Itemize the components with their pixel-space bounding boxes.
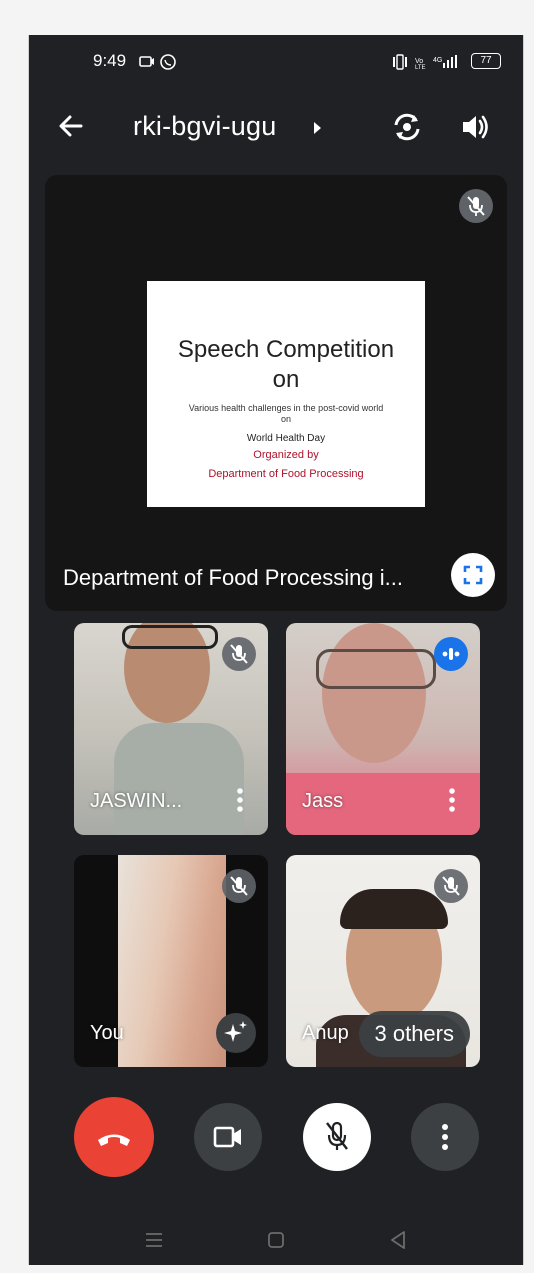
status-system-icons: Vo LTE 4G 77 <box>391 53 501 71</box>
more-vert-icon[interactable] <box>236 787 244 813</box>
mic-off-icon <box>459 189 493 223</box>
back-arrow-icon[interactable] <box>53 108 89 144</box>
chevron-right-icon[interactable] <box>311 121 323 135</box>
participant-name: Jass <box>302 790 344 812</box>
slide-day: World Health Day <box>246 433 326 444</box>
mic-off-icon <box>434 869 468 903</box>
speaking-indicator-icon <box>434 637 468 671</box>
participant-tile-4[interactable]: Anup 3 others <box>286 855 480 1067</box>
mic-off-icon <box>222 637 256 671</box>
battery-indicator: 77 <box>471 53 501 69</box>
slide-title-line1: Speech Competition <box>177 336 395 363</box>
signal-icon: VoLTE 4G <box>393 54 457 70</box>
sparkle-icon[interactable] <box>216 1013 256 1053</box>
svg-text:4G: 4G <box>433 57 442 64</box>
mic-off-icon[interactable] <box>303 1103 371 1171</box>
meeting-code[interactable]: rki-bgvi-ugu <box>133 111 276 142</box>
mic-off-icon <box>222 869 256 903</box>
more-vert-icon[interactable] <box>411 1103 479 1171</box>
phone-hangup-icon[interactable] <box>74 1097 154 1177</box>
shared-slide: Speech Competition on Various health cha… <box>147 281 425 507</box>
speaker-icon[interactable] <box>455 107 495 147</box>
flip-camera-icon[interactable] <box>387 107 427 147</box>
home-icon[interactable] <box>267 1231 285 1249</box>
participant-body <box>114 723 244 835</box>
participant-name: You <box>90 1022 124 1044</box>
svg-text:LTE: LTE <box>415 65 426 70</box>
others-count-pill[interactable]: 3 others <box>358 1011 470 1057</box>
participant-tile-self[interactable]: You <box>74 855 268 1067</box>
recent-apps-icon[interactable] <box>144 1231 164 1249</box>
self-video <box>118 855 226 1067</box>
presenter-name: Department of Food Processing i... <box>63 565 403 590</box>
slide-department: Department of Food Processing <box>208 468 364 480</box>
participant-name: JASWIN... <box>90 790 183 812</box>
participant-video <box>322 623 426 763</box>
status-notification-icons <box>139 54 176 70</box>
nav-back-icon[interactable] <box>389 1230 407 1250</box>
slide-title: Speech Competition on <box>147 335 425 395</box>
slide-title-line2: on <box>272 366 300 393</box>
participant-tile-2[interactable]: Jass <box>286 623 480 835</box>
svg-text:Vo: Vo <box>415 58 423 65</box>
more-vert-icon[interactable] <box>448 787 456 813</box>
glasses <box>122 625 218 649</box>
presentation-tile[interactable]: Speech Competition on Various health cha… <box>45 175 507 611</box>
participant-tile-1[interactable]: JASWIN... <box>74 623 268 835</box>
slide-subtitle: Various health challenges in the post-co… <box>188 403 384 424</box>
fullscreen-icon[interactable] <box>451 553 495 597</box>
meet-call-screen: 9:49 Vo LTE 4G 77 rki-bgvi-ugu Speech Co… <box>28 35 524 1265</box>
glasses <box>316 649 436 689</box>
slide-organized-by: Organized by <box>253 449 319 461</box>
participant-hair <box>340 889 448 929</box>
status-time: 9:49 <box>93 51 127 70</box>
participant-name: Anup <box>302 1022 349 1044</box>
video-camera-icon[interactable] <box>194 1103 262 1171</box>
